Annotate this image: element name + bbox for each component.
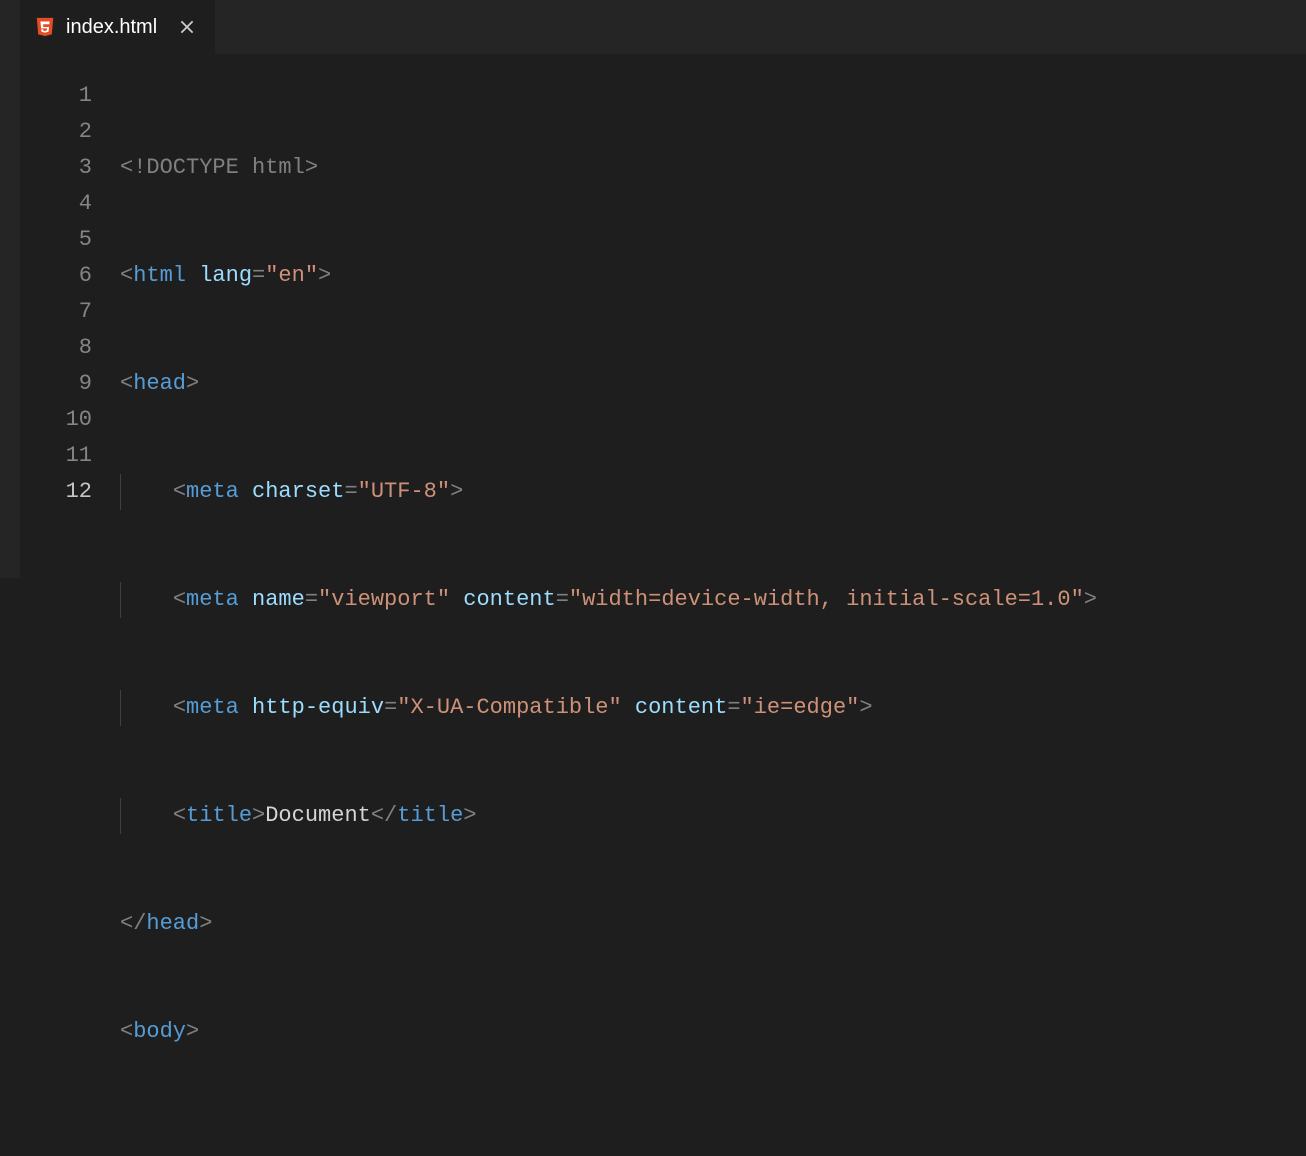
code-line[interactable]: <body> xyxy=(120,1014,1306,1050)
code-area[interactable]: <!DOCTYPE html> <html lang="en"> <head> … xyxy=(120,54,1306,578)
indent-guide xyxy=(120,798,121,834)
line-number: 7 xyxy=(20,294,92,330)
html5-icon xyxy=(34,16,56,38)
indent-guide xyxy=(120,582,121,618)
code-line[interactable]: <head> xyxy=(120,366,1306,402)
line-number: 8 xyxy=(20,330,92,366)
line-number: 12 xyxy=(20,474,92,510)
tab-index-html[interactable]: index.html xyxy=(20,0,215,54)
line-number: 6 xyxy=(20,258,92,294)
line-number: 11 xyxy=(20,438,92,474)
line-number-gutter: 1 2 3 4 5 6 7 8 9 10 11 12 xyxy=(20,54,120,578)
line-number: 10 xyxy=(20,402,92,438)
tab-bar: index.html xyxy=(20,0,1306,54)
code-line[interactable] xyxy=(120,1122,1306,1156)
indent-guide xyxy=(120,690,121,726)
code-line[interactable]: <html lang="en"> xyxy=(120,258,1306,294)
code-line[interactable]: <meta name="viewport" content="width=dev… xyxy=(120,582,1306,618)
tab-title: index.html xyxy=(66,16,157,39)
activity-bar-strip xyxy=(0,0,20,578)
indent-guide xyxy=(120,474,121,510)
line-number: 5 xyxy=(20,222,92,258)
line-number: 9 xyxy=(20,366,92,402)
line-number: 2 xyxy=(20,114,92,150)
line-number: 1 xyxy=(20,78,92,114)
code-line[interactable]: <meta http-equiv="X-UA-Compatible" conte… xyxy=(120,690,1306,726)
code-line[interactable]: <meta charset="UTF-8"> xyxy=(120,474,1306,510)
code-line[interactable]: <title>Document</title> xyxy=(120,798,1306,834)
close-icon[interactable] xyxy=(177,17,197,37)
line-number: 4 xyxy=(20,186,92,222)
line-number: 3 xyxy=(20,150,92,186)
code-line[interactable]: </head> xyxy=(120,906,1306,942)
code-line[interactable]: <!DOCTYPE html> xyxy=(120,150,1306,186)
editor[interactable]: 1 2 3 4 5 6 7 8 9 10 11 12 <!DOCTYPE htm… xyxy=(20,54,1306,578)
